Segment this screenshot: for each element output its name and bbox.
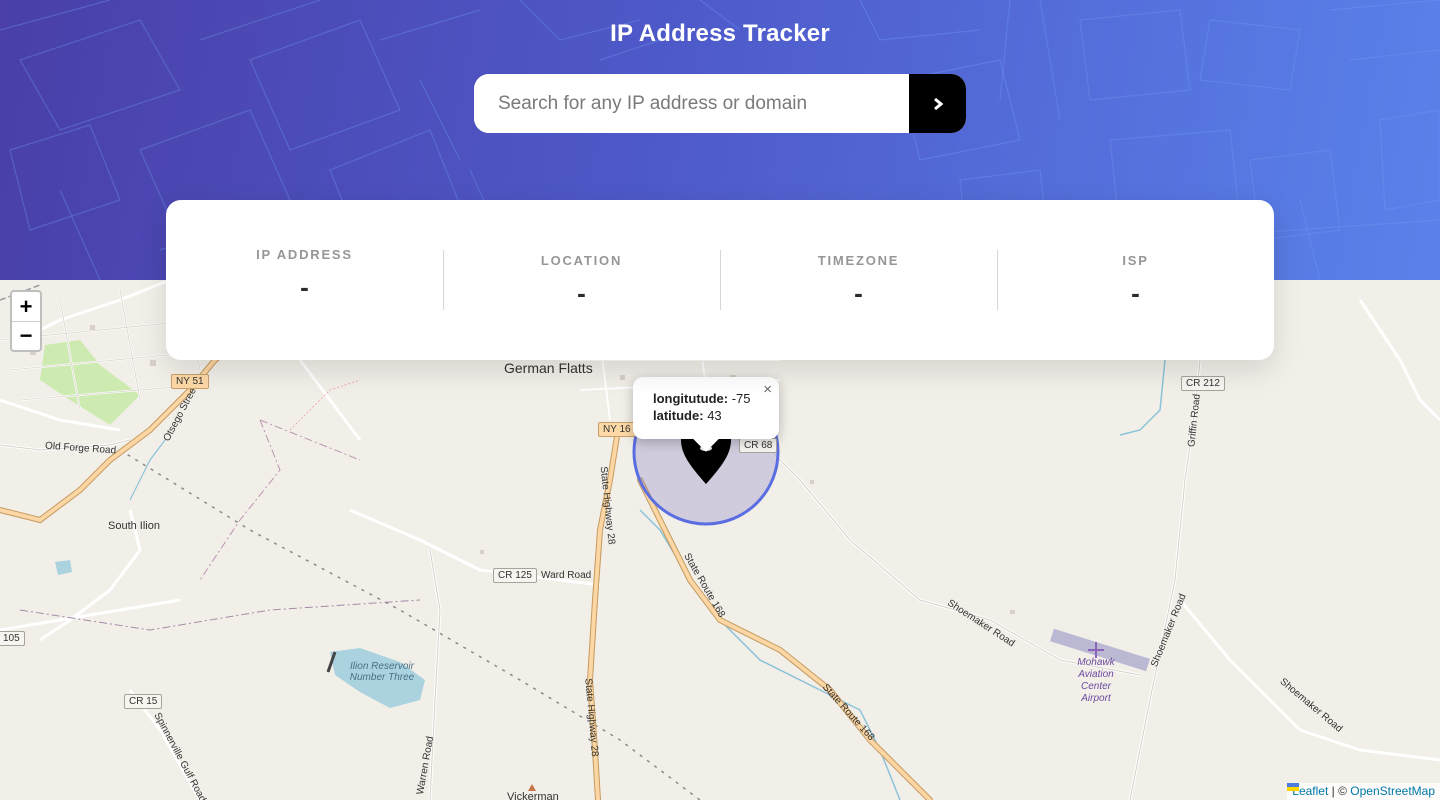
zoom-control: + − bbox=[10, 290, 42, 352]
stat-value: - bbox=[1131, 278, 1140, 308]
search-button[interactable] bbox=[909, 74, 966, 133]
zoom-out-button[interactable]: − bbox=[12, 321, 40, 350]
popup-longitude: longitutude: -75 bbox=[653, 390, 779, 407]
popup-close-button[interactable]: × bbox=[763, 381, 772, 398]
longitude-label: longitutude: bbox=[653, 391, 729, 406]
place-label: Vickerman bbox=[507, 791, 559, 800]
stat-label: IP ADDRESS bbox=[256, 247, 353, 262]
route-shield: 105 bbox=[0, 631, 25, 646]
stat-value: - bbox=[300, 272, 309, 302]
map-attribution: Leaflet | © OpenStreetMap bbox=[1287, 783, 1440, 800]
longitude-value: -75 bbox=[731, 391, 751, 406]
stat-location: LOCATION - bbox=[443, 250, 720, 310]
stat-timezone: TIMEZONE - bbox=[720, 250, 997, 310]
route-shield: CR 212 bbox=[1181, 376, 1225, 391]
route-shield: CR 15 bbox=[124, 694, 163, 709]
route-shield: NY 16 bbox=[598, 422, 636, 437]
stat-label: ISP bbox=[1122, 253, 1149, 268]
stat-ip-address: IP ADDRESS - bbox=[166, 247, 443, 310]
latitude-label: latitude: bbox=[653, 408, 704, 423]
marker-popup: × longitutude: -75 latitude: 43 bbox=[633, 377, 779, 452]
latitude-value: 43 bbox=[707, 408, 722, 423]
route-shield: CR 68 bbox=[739, 438, 778, 453]
search-bar bbox=[474, 74, 966, 133]
stat-value: - bbox=[854, 278, 863, 308]
info-card: IP ADDRESS - LOCATION - TIMEZONE - ISP - bbox=[166, 200, 1274, 360]
stat-label: LOCATION bbox=[540, 253, 623, 268]
chevron-right-icon bbox=[933, 97, 943, 110]
page-title: IP Address Tracker bbox=[610, 20, 830, 47]
route-shield: CR 125 bbox=[493, 568, 537, 583]
openstreetmap-link[interactable]: OpenStreetMap bbox=[1350, 784, 1435, 798]
place-label: German Flatts bbox=[504, 360, 593, 376]
stat-label: TIMEZONE bbox=[817, 253, 900, 268]
search-input[interactable] bbox=[474, 74, 909, 133]
place-label: South Ilion bbox=[108, 520, 160, 532]
attribution-separator: | © bbox=[1328, 784, 1351, 798]
stat-isp: ISP - bbox=[997, 250, 1274, 310]
popup-latitude: latitude: 43 bbox=[653, 407, 779, 424]
airport-label: Mohawk Aviation Center Airport bbox=[1077, 657, 1115, 704]
zoom-in-button[interactable]: + bbox=[12, 292, 40, 321]
water-label: Ilion Reservoir Number Three bbox=[349, 661, 415, 683]
road-label: Ward Road bbox=[541, 570, 592, 581]
ukraine-flag-icon bbox=[1287, 783, 1300, 791]
route-shield: NY 51 bbox=[171, 374, 209, 389]
stat-value: - bbox=[577, 278, 586, 308]
